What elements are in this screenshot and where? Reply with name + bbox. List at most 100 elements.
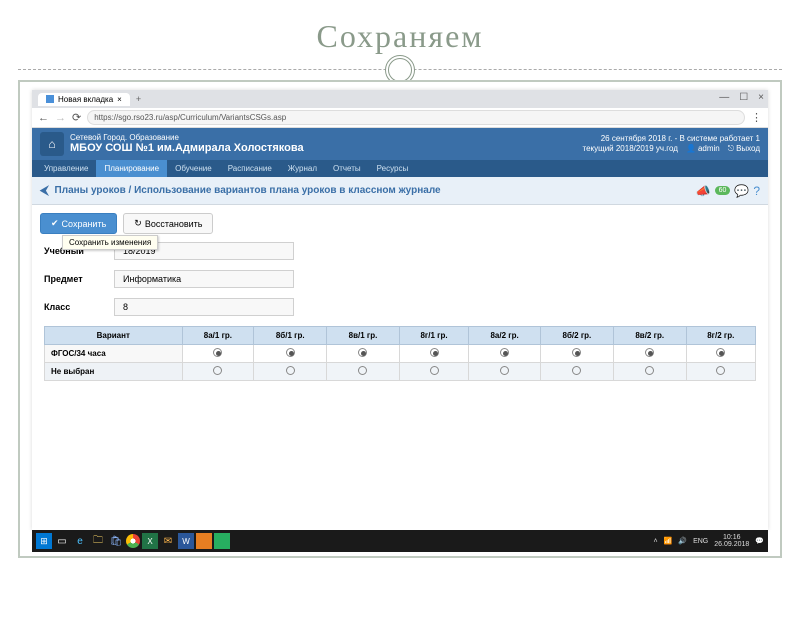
radio-icon[interactable]: [500, 366, 509, 375]
radio-cell[interactable]: [399, 345, 468, 363]
address-bar: ← → ⟳ https://sgo.rso23.ru/asp/Curriculu…: [32, 108, 768, 128]
col-header: 8в/1 гр.: [327, 327, 400, 345]
exit-link[interactable]: ⎋ Выход: [728, 144, 760, 154]
radio-icon[interactable]: [716, 348, 725, 357]
forward-icon[interactable]: →: [55, 112, 66, 124]
radio-cell[interactable]: [613, 345, 686, 363]
back-arrow-icon[interactable]: ⮜: [40, 183, 49, 198]
minimize-button[interactable]: —: [719, 92, 729, 103]
col-header-variant: Вариант: [45, 327, 183, 345]
radio-icon[interactable]: [213, 366, 222, 375]
class-field[interactable]: 8: [114, 298, 294, 316]
row-label: ФГОС/34 часа: [45, 345, 183, 363]
windows-taskbar: ⊞ ▭ e 🗀 🛍 X ✉ W ˄ 📶 🔊 ENG 10:16 26.09.20…: [32, 530, 768, 552]
radio-cell[interactable]: [254, 345, 327, 363]
language-indicator[interactable]: ENG: [693, 538, 708, 545]
app-icon-1[interactable]: [196, 533, 212, 549]
notification-center-icon[interactable]: 💬: [755, 537, 764, 545]
save-button[interactable]: ✔ Сохранить: [40, 213, 117, 234]
radio-icon[interactable]: [716, 366, 725, 375]
subject-field[interactable]: Информатика: [114, 270, 294, 288]
word-icon[interactable]: W: [178, 533, 194, 549]
col-header: 8б/2 гр.: [540, 327, 613, 345]
nav-item[interactable]: Планирование: [96, 160, 167, 177]
clock[interactable]: 10:16 26.09.2018: [714, 534, 749, 548]
main-nav: УправлениеПланированиеОбучениеРасписание…: [32, 160, 768, 177]
radio-cell[interactable]: [686, 345, 755, 363]
back-icon[interactable]: ←: [38, 112, 49, 124]
chat-icon[interactable]: 💬: [734, 184, 749, 198]
status-line: 26 сентября 2018 г. - В системе работает…: [583, 134, 761, 144]
url-input[interactable]: https://sgo.rso23.ru/asp/Curriculum/Vari…: [87, 110, 745, 125]
radio-icon[interactable]: [286, 348, 295, 357]
task-view-icon[interactable]: ▭: [54, 533, 70, 549]
close-button[interactable]: ×: [758, 92, 764, 103]
radio-cell[interactable]: [613, 363, 686, 381]
menu-icon[interactable]: ⋮: [751, 111, 762, 124]
radio-cell[interactable]: [182, 363, 254, 381]
toolbar: ✔ Сохранить ↻ Восстановить Сохранить изм…: [32, 205, 768, 242]
radio-icon[interactable]: [430, 366, 439, 375]
app-title: МБОУ СОШ №1 им.Адмирала Холостякова: [70, 142, 304, 155]
radio-icon[interactable]: [430, 348, 439, 357]
table-row: Не выбран: [45, 363, 756, 381]
radio-cell[interactable]: [540, 345, 613, 363]
radio-icon[interactable]: [645, 348, 654, 357]
page-title-bar: ⮜ Планы уроков / Использование вариантов…: [32, 177, 768, 205]
radio-icon[interactable]: [286, 366, 295, 375]
save-tooltip: Сохранить изменения: [62, 235, 158, 250]
window-controls: — ☐ ×: [719, 92, 764, 103]
tab-close-icon[interactable]: ×: [117, 95, 122, 104]
radio-cell[interactable]: [469, 345, 541, 363]
browser-tab[interactable]: Новая вкладка ×: [38, 93, 130, 106]
class-row: Класс 8: [44, 298, 756, 316]
radio-cell[interactable]: [327, 363, 400, 381]
radio-cell[interactable]: [182, 345, 254, 363]
radio-cell[interactable]: [399, 363, 468, 381]
store-icon[interactable]: 🛍: [108, 533, 124, 549]
nav-item[interactable]: Расписание: [220, 160, 280, 177]
excel-icon[interactable]: X: [142, 533, 158, 549]
radio-icon[interactable]: [358, 348, 367, 357]
col-header: 8г/2 гр.: [686, 327, 755, 345]
nav-item[interactable]: Ресурсы: [369, 160, 417, 177]
title-divider: [18, 69, 782, 70]
mail-icon[interactable]: ✉: [160, 533, 176, 549]
app-titles: Сетевой Город. Образование МБОУ СОШ №1 и…: [70, 133, 304, 156]
nav-item[interactable]: Журнал: [280, 160, 325, 177]
radio-icon[interactable]: [358, 366, 367, 375]
subject-row: Предмет Информатика: [44, 270, 756, 288]
user-info[interactable]: 👤 admin: [686, 144, 720, 154]
tray-up-icon[interactable]: ˄: [654, 538, 658, 545]
radio-cell[interactable]: [540, 363, 613, 381]
radio-icon[interactable]: [213, 348, 222, 357]
col-header: 8в/2 гр.: [613, 327, 686, 345]
announce-icon[interactable]: 📣: [696, 184, 711, 198]
notification-badge[interactable]: 60: [715, 186, 731, 195]
radio-cell[interactable]: [469, 363, 541, 381]
volume-icon[interactable]: 🔊: [678, 537, 687, 545]
app-icon-2[interactable]: [214, 533, 230, 549]
radio-cell[interactable]: [254, 363, 327, 381]
form-area: Учебный 18/2019 Предмет Информатика Клас…: [32, 242, 768, 391]
radio-cell[interactable]: [686, 363, 755, 381]
network-icon[interactable]: 📶: [664, 537, 673, 545]
explorer-icon[interactable]: 🗀: [90, 533, 106, 549]
reload-icon[interactable]: ⟳: [72, 111, 81, 124]
help-icon[interactable]: ?: [753, 184, 760, 198]
start-button[interactable]: ⊞: [36, 533, 52, 549]
edge-icon[interactable]: e: [72, 533, 88, 549]
radio-icon[interactable]: [572, 366, 581, 375]
maximize-button[interactable]: ☐: [739, 92, 748, 103]
class-label: Класс: [44, 302, 114, 312]
nav-item[interactable]: Обучение: [167, 160, 220, 177]
radio-icon[interactable]: [645, 366, 654, 375]
new-tab-button[interactable]: +: [136, 94, 141, 104]
nav-item[interactable]: Отчеты: [325, 160, 369, 177]
radio-icon[interactable]: [500, 348, 509, 357]
chrome-icon[interactable]: [126, 534, 140, 548]
radio-icon[interactable]: [572, 348, 581, 357]
radio-cell[interactable]: [327, 345, 400, 363]
nav-item[interactable]: Управление: [36, 160, 96, 177]
restore-button[interactable]: ↻ Восстановить: [123, 213, 213, 234]
